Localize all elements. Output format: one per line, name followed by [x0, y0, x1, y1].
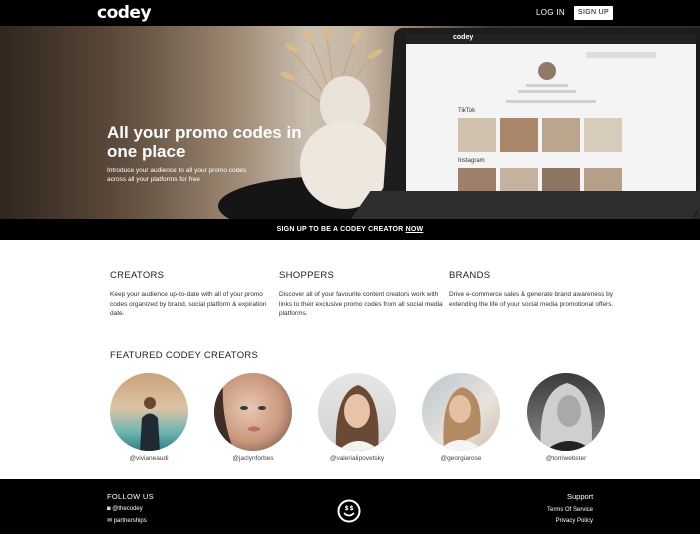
laptop-screen-preview: codey TikTok Instagram — [406, 34, 696, 208]
top-nav: codey LOG IN SIGN UP — [0, 0, 700, 26]
creator-card[interactable]: @georgiarose — [422, 373, 500, 462]
shoppers-text: Discover all of your favourite content c… — [279, 291, 443, 317]
brands-column: BRANDS Drive e-commerce sales & generate… — [449, 270, 619, 309]
instagram-icon: ◙ — [107, 506, 111, 512]
brands-text: Drive e-commerce sales & generate brand … — [449, 291, 614, 308]
creator-handle[interactable]: @georgiarose — [422, 455, 500, 462]
email-link[interactable]: ✉ partnerships — [107, 517, 147, 524]
creator-avatar[interactable] — [214, 373, 292, 451]
svg-text:$: $ — [350, 505, 354, 512]
follow-us-heading: FOLLOW US — [107, 492, 154, 501]
creators-column: CREATORS Keep your audience up-to-date w… — [110, 270, 280, 319]
creator-handle[interactable]: @valerialipovetsky — [318, 455, 396, 462]
laptop-keyboard-image — [349, 191, 700, 219]
creators-text: Keep your audience up-to-date with all o… — [110, 291, 267, 317]
email-label[interactable]: partnerships — [114, 518, 147, 524]
login-link[interactable]: LOG IN — [536, 8, 565, 17]
vase-image — [300, 76, 390, 209]
creator-card[interactable]: @vivianeaudi — [110, 373, 188, 462]
terms-link[interactable]: Terms Of Service — [547, 507, 593, 513]
screen-avatar — [538, 62, 556, 80]
creator-cta-banner: SIGN UP TO BE A CODEY CREATOR NOW — [0, 219, 700, 240]
screen-tiktok-label: TikTok — [458, 108, 476, 114]
screen-logo: codey — [453, 34, 474, 41]
shoppers-column: SHOPPERS Discover all of your favourite … — [279, 270, 449, 319]
codey-logo[interactable]: codey — [97, 3, 152, 23]
creator-avatar[interactable] — [422, 373, 500, 451]
cta-text: SIGN UP TO BE A CODEY CREATOR — [276, 226, 406, 233]
creator-avatar[interactable] — [110, 373, 188, 451]
signup-button[interactable]: SIGN UP — [574, 6, 613, 20]
privacy-link[interactable]: Privacy Policy — [556, 518, 593, 524]
creator-avatar[interactable] — [527, 373, 605, 451]
instagram-link[interactable]: ◙ @thecodey — [107, 506, 143, 512]
hero-banner: codey TikTok Instagram All your promo co… — [0, 26, 700, 219]
svg-text:$: $ — [345, 505, 349, 512]
cta-now-link[interactable]: NOW — [406, 226, 424, 233]
codey-smiley-logo-icon[interactable]: $ $ — [337, 499, 361, 523]
creator-card[interactable]: @jaclynforbes — [214, 373, 292, 462]
creator-avatar[interactable] — [318, 373, 396, 451]
hero-subtitle: Introduce your audience to all your prom… — [107, 167, 247, 183]
creator-handle[interactable]: @vivianeaudi — [110, 455, 188, 462]
creator-card[interactable]: @torriwebster — [527, 373, 605, 462]
hero-title: All your promo codes in one place — [107, 123, 302, 161]
instagram-handle[interactable]: @thecodey — [112, 506, 142, 512]
site-footer: FOLLOW US ◙ @thecodey ✉ partnerships $ $… — [0, 479, 700, 534]
featured-creators-heading: FEATURED CODEY CREATORS — [110, 350, 259, 361]
creator-handle[interactable]: @torriwebster — [527, 455, 605, 462]
mail-icon: ✉ — [107, 518, 113, 524]
brands-heading: BRANDS — [449, 270, 491, 281]
screen-instagram-label: Instagram — [458, 158, 485, 164]
creator-card[interactable]: @valerialipovetsky — [318, 373, 396, 462]
creator-handle[interactable]: @jaclynforbes — [214, 455, 292, 462]
shoppers-heading: SHOPPERS — [279, 270, 335, 281]
support-heading: Support — [567, 492, 594, 501]
creators-heading: CREATORS — [110, 270, 165, 281]
